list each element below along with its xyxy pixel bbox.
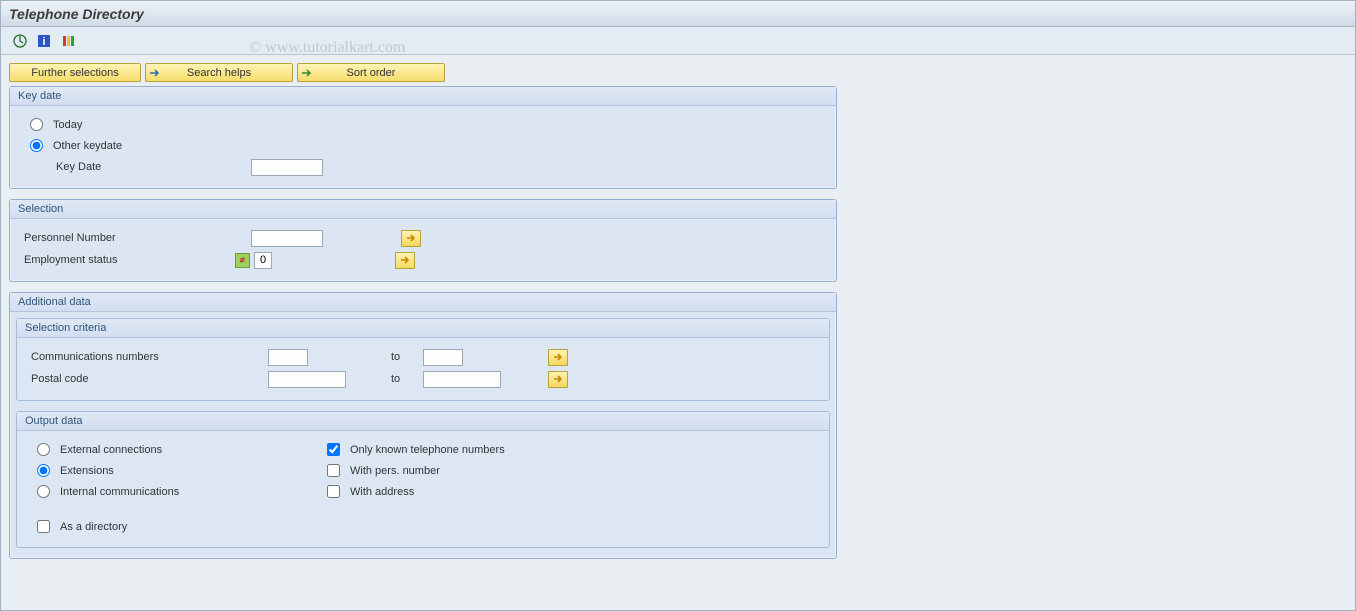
chk-only-known[interactable] — [327, 443, 340, 456]
input-comm-to[interactable] — [423, 349, 463, 366]
panel-selection: Selection Personnel Number Employment st… — [9, 199, 837, 282]
input-postal-from[interactable] — [268, 371, 346, 388]
selection-buttons: Further selections Search helps Sort ord… — [9, 63, 1347, 82]
not-equal-icon[interactable]: ≠ — [235, 253, 250, 268]
label-with-pers: With pers. number — [350, 465, 440, 477]
sort-order-label: Sort order — [347, 67, 396, 79]
radio-today[interactable] — [30, 118, 43, 131]
sort-order-button[interactable]: Sort order — [297, 63, 445, 82]
row-postal: Postal code to — [29, 368, 817, 390]
svg-text:i: i — [42, 36, 45, 48]
radio-other-keydate[interactable] — [30, 139, 43, 152]
label-internal: Internal communications — [60, 486, 179, 498]
radio-external[interactable] — [37, 443, 50, 456]
radio-other-label: Other keydate — [53, 140, 122, 152]
radio-extensions[interactable] — [37, 464, 50, 477]
further-selections-label: Further selections — [31, 67, 118, 79]
to-label-1: to — [391, 351, 419, 363]
radio-today-label: Today — [53, 119, 82, 131]
panel-selection-title: Selection — [10, 200, 836, 219]
output-columns: External connections Extensions Internal… — [29, 439, 817, 502]
label-postal: Postal code — [29, 373, 264, 385]
row-comm-numbers: Communications numbers to — [29, 346, 817, 368]
panel-output-data: Output data External connections Extensi… — [16, 411, 830, 548]
app-toolbar: i — [1, 27, 1355, 55]
radio-today-row: Today — [22, 114, 824, 135]
label-employment-status: Employment status — [22, 254, 231, 266]
panel-keydate: Key date Today Other keydate Key Date — [9, 86, 837, 189]
label-as-directory: As a directory — [60, 521, 127, 533]
arrow-right-icon — [150, 68, 160, 78]
multi-select-personnel[interactable] — [401, 230, 421, 247]
panel-keydate-title: Key date — [10, 87, 836, 106]
search-helps-label: Search helps — [187, 67, 251, 79]
row-personnel: Personnel Number — [22, 227, 824, 249]
chk-with-pers[interactable] — [327, 464, 340, 477]
label-comm-numbers: Communications numbers — [29, 351, 264, 363]
keydate-input[interactable] — [251, 159, 323, 176]
execute-icon[interactable] — [11, 32, 29, 50]
further-selections-button[interactable]: Further selections — [9, 63, 141, 82]
keydate-label: Key Date — [22, 161, 247, 173]
label-extensions: Extensions — [60, 465, 114, 477]
variant-icon[interactable] — [59, 32, 77, 50]
input-employment-status[interactable] — [254, 252, 272, 269]
input-personnel-number[interactable] — [251, 230, 323, 247]
panel-selection-criteria: Selection criteria Communications number… — [16, 318, 830, 401]
multi-select-comm[interactable] — [548, 349, 568, 366]
panel-additional: Additional data Selection criteria Commu… — [9, 292, 837, 559]
panel-selcrit-title: Selection criteria — [17, 319, 829, 338]
radio-other-row: Other keydate — [22, 135, 824, 156]
keydate-field-row: Key Date — [22, 156, 824, 178]
radio-internal[interactable] — [37, 485, 50, 498]
search-helps-button[interactable]: Search helps — [145, 63, 293, 82]
label-personnel-number: Personnel Number — [22, 232, 247, 244]
row-employment-status: Employment status ≠ — [22, 249, 824, 271]
arrow-right-green-icon — [302, 68, 312, 78]
sap-screen: Telephone Directory i © www.tutorialkart… — [0, 0, 1356, 611]
panel-output-title: Output data — [17, 412, 829, 431]
multi-select-employment[interactable] — [395, 252, 415, 269]
label-external: External connections — [60, 444, 162, 456]
title-bar: Telephone Directory — [1, 1, 1355, 27]
multi-select-postal[interactable] — [548, 371, 568, 388]
chk-as-directory[interactable] — [37, 520, 50, 533]
label-only-known: Only known telephone numbers — [350, 444, 505, 456]
input-postal-to[interactable] — [423, 371, 501, 388]
input-comm-from[interactable] — [268, 349, 308, 366]
chk-with-address[interactable] — [327, 485, 340, 498]
label-with-address: With address — [350, 486, 414, 498]
body: Further selections Search helps Sort ord… — [1, 55, 1355, 577]
panel-additional-title: Additional data — [10, 293, 836, 312]
to-label-2: to — [391, 373, 419, 385]
page-title: Telephone Directory — [9, 6, 144, 22]
info-icon[interactable]: i — [35, 32, 53, 50]
